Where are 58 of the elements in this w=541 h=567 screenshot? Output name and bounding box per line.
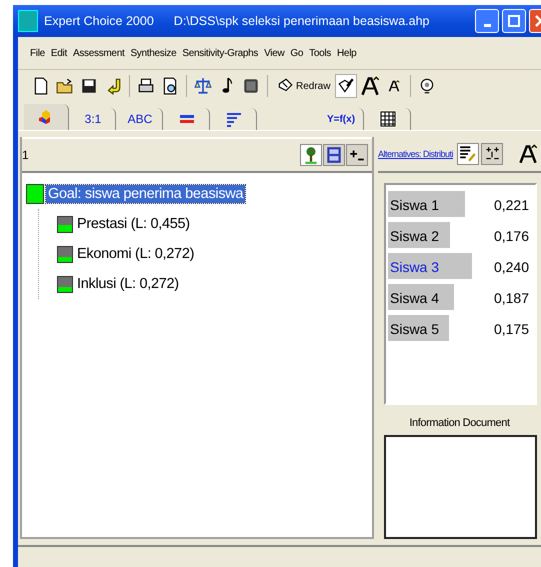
folder-icon[interactable]: [56, 77, 74, 95]
menu-item[interactable]: Go: [290, 46, 304, 60]
priority-indicator-icon: [57, 246, 73, 262]
menu-item[interactable]: Help: [337, 46, 356, 60]
file-path: D:\DSS\spk seleksi penerimaan beasiswa.ahp: [174, 14, 430, 28]
page-icon[interactable]: [32, 77, 50, 95]
grid-icon: [380, 111, 396, 127]
tree-node[interactable]: Goal: siswa penerima beasiswa: [46, 185, 246, 203]
information-document-field[interactable]: [384, 435, 537, 539]
priority-value: 0,240: [494, 258, 529, 274]
priority-bar: [388, 222, 450, 248]
alternative-name[interactable]: Siswa 1: [388, 196, 440, 212]
priority-value: 0,187: [494, 290, 529, 306]
tab[interactable]: 3:1: [71, 108, 116, 130]
alternative-name[interactable]: Siswa 3: [388, 258, 440, 274]
info-label: Information Document: [408, 417, 511, 429]
maximize-icon: [508, 15, 520, 27]
bars-icon: [226, 111, 242, 127]
alternative-name[interactable]: Siswa 5: [388, 320, 440, 336]
priority-indicator-icon: [57, 276, 73, 292]
tree-node[interactable]: Inklusi (L: 0,272): [75, 275, 181, 293]
minimize-icon: [484, 24, 490, 26]
priority-bar: [388, 284, 454, 310]
font-icon[interactable]: [518, 144, 538, 164]
tree-node[interactable]: Ekonomi (L: 0,272): [75, 245, 196, 263]
priority-value: 0,221: [494, 196, 529, 212]
priority-value: 0,176: [494, 228, 529, 244]
panel-header: 1: [22, 148, 29, 162]
menu-item[interactable]: Tools: [309, 46, 332, 60]
priority-indicator-icon: [26, 184, 44, 204]
alternative-name[interactable]: Siswa 2: [388, 228, 440, 244]
menu-item[interactable]: File: [30, 46, 45, 60]
menu-item[interactable]: Sensitivity-Graphs: [182, 46, 258, 60]
scale-icon[interactable]: [194, 77, 212, 95]
list-pen-icon[interactable]: [459, 145, 478, 163]
app-logo-icon: [18, 10, 38, 32]
frame-icon[interactable]: [325, 146, 343, 164]
menu-item[interactable]: Edit: [50, 46, 67, 60]
minimize-button[interactable]: [475, 9, 499, 33]
alternatives-link[interactable]: Alternatives: Distributi: [378, 149, 454, 159]
tab[interactable]: Y=f(x): [319, 108, 364, 130]
pen-icon[interactable]: [337, 77, 356, 95]
menu-item[interactable]: View: [264, 46, 284, 60]
tab[interactable]: ABC: [118, 108, 163, 130]
redraw-button[interactable]: Redraw: [273, 74, 334, 98]
priority-bar: [388, 315, 450, 341]
printer-icon[interactable]: [137, 77, 155, 95]
alternative-name[interactable]: Siswa 4: [388, 290, 440, 306]
tree-node[interactable]: Prestasi (L: 0,455): [75, 215, 192, 233]
font-icon[interactable]: [388, 80, 400, 92]
maximize-button[interactable]: [502, 9, 526, 33]
menu-item[interactable]: Synthesize: [130, 46, 176, 60]
menu-item[interactable]: Assessment: [72, 46, 124, 60]
priority-indicator-icon: [57, 216, 73, 232]
preview-icon[interactable]: [161, 77, 179, 95]
font-icon[interactable]: [360, 76, 380, 96]
priority-value: 0,175: [494, 320, 529, 336]
window-title: Expert Choice 2000: [44, 14, 154, 28]
